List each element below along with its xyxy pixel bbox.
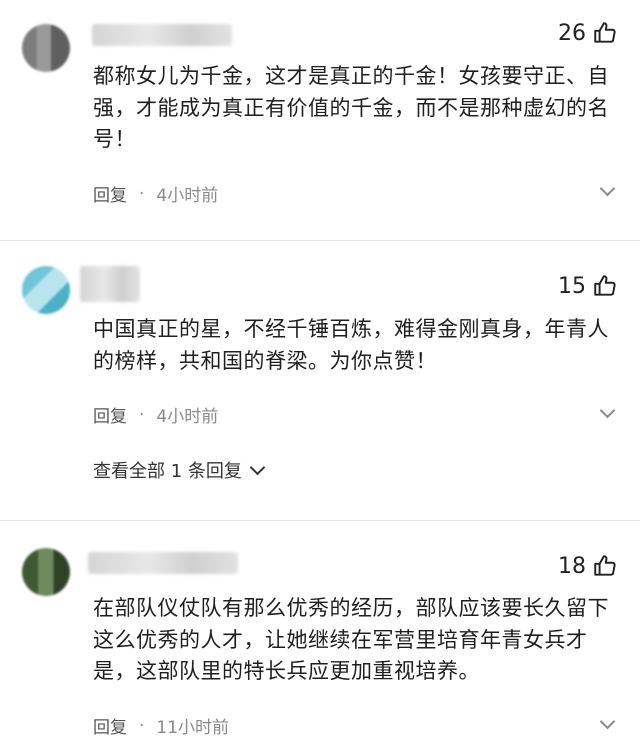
chevron-down-icon <box>249 459 266 475</box>
username-blurred[interactable] <box>88 552 238 574</box>
view-replies-label: 查看全部 1 条回复 <box>93 461 242 482</box>
like-button[interactable]: 18 <box>558 553 618 579</box>
username-blurred[interactable] <box>92 24 232 46</box>
reply-button[interactable]: 回复 <box>93 713 127 738</box>
comment-meta: 回复 · 4小时前 <box>93 181 219 207</box>
divider <box>0 520 640 521</box>
like-count: 18 <box>558 553 586 579</box>
timestamp: 4小时前 <box>156 186 219 206</box>
divider <box>0 240 640 241</box>
separator: · <box>139 183 145 204</box>
view-all-replies-button[interactable]: 查看全部 1 条回复 <box>93 457 266 483</box>
separator: · <box>139 404 145 425</box>
timestamp: 11小时前 <box>156 718 230 738</box>
reply-button[interactable]: 回复 <box>93 402 127 427</box>
like-count: 26 <box>558 20 586 46</box>
comment-text: 中国真正的星，不经千锤百炼，难得金刚真身，年青人的榜样，共和国的脊梁。为你点赞！ <box>93 317 609 373</box>
thumbs-up-icon <box>594 275 616 296</box>
comment-meta: 回复 · 4小时前 <box>93 402 219 428</box>
chevron-down-icon[interactable] <box>602 183 614 195</box>
comment-text: 都称女儿为千金，这才是真正的千金！女孩要守正、自强，才能成为真正有价值的千金，而… <box>93 64 609 151</box>
avatar[interactable] <box>22 24 70 72</box>
thumbs-up-icon <box>594 555 616 576</box>
avatar[interactable] <box>22 548 70 596</box>
avatar[interactable] <box>22 266 70 314</box>
comment-text: 在部队仪仗队有那么优秀的经历，部队应该要长久留下这么优秀的人才，让她继续在军营里… <box>93 596 609 683</box>
like-button[interactable]: 15 <box>558 273 618 299</box>
reply-button[interactable]: 回复 <box>93 181 127 206</box>
chevron-down-icon[interactable] <box>602 716 614 728</box>
thumbs-up-icon <box>594 22 616 43</box>
username-blurred[interactable] <box>80 266 140 302</box>
timestamp: 4小时前 <box>156 407 219 427</box>
comment-item: 26 都称女儿为千金，这才是真正的千金！女孩要守正、自强，才能成为真正有价值的千… <box>0 0 640 240</box>
comment-meta: 回复 · 11小时前 <box>93 713 230 739</box>
separator: · <box>139 715 145 736</box>
like-count: 15 <box>558 273 586 299</box>
chevron-down-icon[interactable] <box>602 405 614 417</box>
like-button[interactable]: 26 <box>558 20 618 46</box>
